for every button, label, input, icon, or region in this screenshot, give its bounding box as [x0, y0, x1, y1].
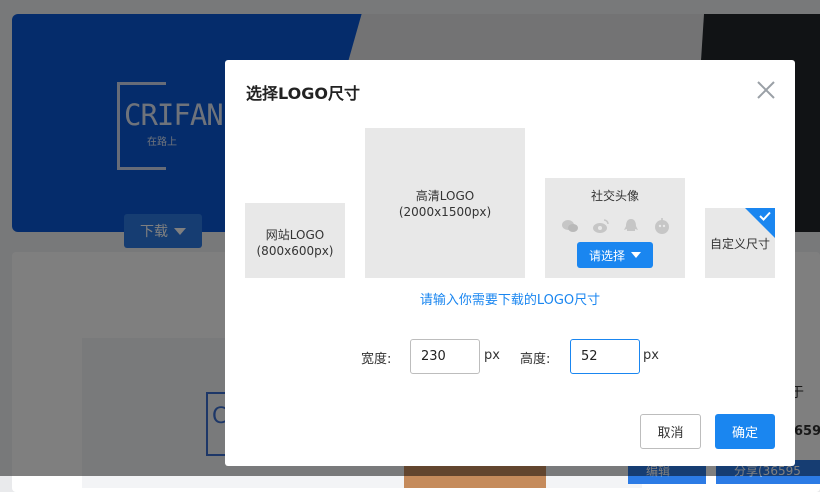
- close-icon: [757, 81, 775, 99]
- chevron-down-icon: [631, 252, 641, 258]
- cancel-button[interactable]: 取消: [640, 414, 701, 449]
- width-label: 宽度:: [361, 352, 392, 367]
- option-title: 高清LOGO: [415, 189, 475, 203]
- height-label: 高度:: [520, 352, 551, 367]
- qq-icon: [622, 217, 640, 235]
- option-size: (800x600px): [256, 244, 334, 258]
- dialog-title: 选择LOGO尺寸: [246, 84, 360, 103]
- option-website-logo[interactable]: 网站LOGO (800x600px): [245, 203, 345, 278]
- option-size: (2000x1500px): [398, 205, 492, 219]
- social-select-button[interactable]: 请选择: [577, 242, 653, 268]
- height-unit: px: [643, 348, 659, 363]
- wechat-icon: [561, 217, 579, 235]
- width-unit: px: [484, 348, 500, 363]
- option-social-avatar[interactable]: 社交头像 请选择: [545, 178, 685, 278]
- option-custom-size[interactable]: 自定义尺寸: [705, 208, 775, 278]
- option-hd-logo[interactable]: 高清LOGO (2000x1500px): [365, 128, 525, 278]
- height-input[interactable]: [570, 339, 640, 374]
- option-title: 网站LOGO: [265, 228, 325, 242]
- option-title: 自定义尺寸: [709, 237, 770, 251]
- option-title: 社交头像: [590, 189, 639, 203]
- social-icons: [561, 216, 671, 236]
- size-hint: 请输入你需要下载的LOGO尺寸: [419, 293, 601, 308]
- douban-icon: [653, 217, 671, 235]
- select-label: 请选择: [588, 248, 625, 263]
- logo-size-dialog: 选择LOGO尺寸 网站LOGO (800x600px) 高清LOGO (2000…: [225, 60, 795, 466]
- weibo-icon: [592, 217, 610, 235]
- checkmark-icon: [759, 211, 771, 221]
- confirm-button[interactable]: 确定: [715, 414, 775, 449]
- width-input[interactable]: [410, 339, 480, 374]
- close-button[interactable]: [755, 79, 777, 101]
